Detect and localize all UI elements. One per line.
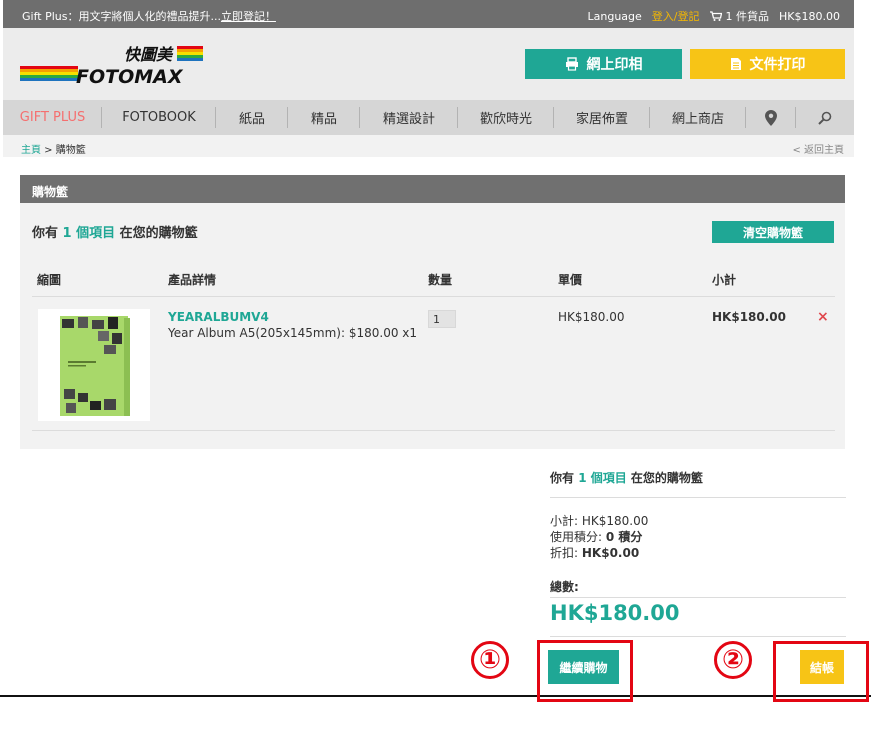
language-link[interactable]: Language — [588, 10, 642, 23]
annotation-box-checkout — [773, 641, 869, 702]
cart-count: 1 個項目 — [62, 226, 116, 241]
item-subtotal: HK$180.00 — [712, 310, 786, 324]
top-bar: Gift Plus：用文字將個人化的禮品提升...立即登記！ Language … — [3, 0, 854, 28]
back-home-link[interactable]: < 返回主頁 — [792, 141, 844, 156]
site: Gift Plus：用文字將個人化的禮品提升...立即登記！ Language … — [3, 0, 854, 697]
cart-total: HK$180.00 — [779, 9, 840, 23]
nav-item-home-deco[interactable]: 家居佈置 — [554, 100, 650, 135]
summary-discount: HK$0.00 — [581, 546, 640, 560]
unit-price: HK$180.00 — [558, 310, 625, 324]
fotomax-logo[interactable]: 快圖美 FOTOMAX — [20, 42, 205, 92]
main-nav: GIFT PLUS FOTOBOOK 紙品 精品 精選設計 歡欣時光 家居佈置 … — [3, 100, 854, 135]
remove-item-icon[interactable]: × — [817, 309, 829, 325]
main-content: 購物籃 你有 1 個項目 在您的購物籃 清空購物籃 縮圖 產品詳情 數量 單價 … — [3, 157, 854, 697]
column-header-subtotal: 小計 — [712, 273, 737, 287]
page: Gift Plus：用文字將個人化的禮品提升...立即登記！ Language … — [0, 0, 871, 729]
promo-prefix: Gift Plus：用文字將個人化的禮品提升... — [22, 10, 221, 23]
summary-divider-2 — [550, 597, 846, 598]
column-header-thumbnail: 縮圖 — [37, 273, 62, 287]
summary-total: HK$180.00 — [550, 601, 680, 625]
cart-icon — [709, 11, 722, 21]
summary-count-line: 你有 1 個項目 在您的購物籃 — [550, 469, 846, 486]
cart-item-count: 1 件貨品 — [725, 10, 770, 23]
nav-item-paper[interactable]: 紙品 — [216, 100, 288, 135]
annotation-number-1: ① — [471, 641, 509, 679]
item-divider — [32, 430, 835, 431]
map-pin-icon — [765, 109, 777, 126]
promo-register-link[interactable]: 立即登記！ — [221, 10, 276, 23]
logo-text-cn: 快圖美 — [124, 45, 174, 64]
search-icon — [818, 111, 832, 125]
nav-item-online-shop[interactable]: 網上商店 — [650, 100, 746, 135]
quantity-input[interactable] — [428, 310, 456, 328]
breadcrumb-home-link[interactable]: 主頁 — [21, 145, 41, 156]
product-name-link[interactable]: YEARALBUMV4 — [168, 310, 269, 324]
summary-details: 小計: HK$180.00 使用積分: 0 積分 折扣: HK$0.00 — [550, 513, 846, 561]
clear-cart-button[interactable]: 清空購物籃 — [712, 221, 834, 243]
summary-subtotal: HK$180.00 — [581, 514, 649, 528]
document-print-label: 文件打印 — [749, 57, 806, 73]
summary-total-label: 總數: — [550, 580, 579, 594]
summary-points: 0 積分 — [605, 530, 643, 544]
summary-divider-1 — [550, 497, 846, 498]
nav-item-search[interactable] — [796, 100, 854, 135]
summary-subtotal-row: 小計: HK$180.00 — [550, 513, 846, 529]
page-bottom-border — [0, 695, 871, 697]
annotation-number-2: ② — [714, 641, 752, 679]
summary-count-suffix: 在您的購物籃 — [630, 471, 703, 485]
nav-item-fotobook[interactable]: FOTOBOOK — [102, 100, 216, 135]
product-description: Year Album A5(205x145mm): $180.00 x1 — [168, 326, 418, 340]
document-icon — [730, 58, 741, 70]
summary-divider-3 — [550, 636, 846, 637]
cart-count-line: 你有 1 個項目 在您的購物籃 — [32, 222, 198, 241]
summary-discount-label: 折扣: — [550, 546, 579, 560]
cart-panel: 購物籃 你有 1 個項目 在您的購物籃 清空購物籃 縮圖 產品詳情 數量 單價 … — [20, 175, 845, 449]
nav-item-location[interactable] — [746, 100, 796, 135]
mini-cart[interactable]: 1 件貨品 — [709, 8, 770, 24]
logo-text-en: FOTOMAX — [76, 66, 184, 88]
column-header-details: 產品詳情 — [168, 273, 217, 287]
nav-item-gift-plus[interactable]: GIFT PLUS — [3, 100, 102, 135]
cart-count-prefix: 你有 — [32, 226, 59, 241]
online-print-button[interactable]: 網上印相 — [525, 49, 682, 79]
column-header-quantity: 數量 — [428, 273, 453, 287]
breadcrumb-separator: > — [41, 145, 56, 156]
summary-discount-row: 折扣: HK$0.00 — [550, 545, 846, 561]
document-print-button[interactable]: 文件打印 — [690, 49, 845, 79]
column-header-unit-price: 單價 — [558, 273, 583, 287]
header: 快圖美 FOTOMAX 網上印相 文件打印 — [3, 28, 854, 100]
nav-item-featured-design[interactable]: 精選設計 — [360, 100, 458, 135]
printer-icon — [565, 57, 578, 71]
cart-title: 購物籃 — [20, 175, 845, 203]
promo-text: Gift Plus：用文字將個人化的禮品提升...立即登記！ — [22, 8, 276, 24]
summary-points-row: 使用積分: 0 積分 — [550, 529, 846, 545]
online-print-label: 網上印相 — [586, 57, 643, 73]
product-thumbnail[interactable] — [38, 309, 150, 421]
nav-item-happy-times[interactable]: 歡欣時光 — [458, 100, 554, 135]
summary-subtotal-label: 小計: — [550, 514, 579, 528]
year-album-image — [38, 309, 150, 421]
summary-count: 1 個項目 — [578, 471, 627, 485]
annotation-box-continue — [537, 640, 633, 702]
breadcrumb-current: 購物籃 — [55, 145, 86, 156]
top-bar-right: Language 登入/登記 1 件貨品 HK$180.00 — [588, 8, 841, 24]
summary-count-prefix: 你有 — [550, 471, 575, 485]
login-link[interactable]: 登入/登記 — [652, 8, 700, 24]
breadcrumb: 主頁 > 購物籃 — [21, 141, 86, 156]
header-divider — [32, 296, 835, 297]
summary-points-label: 使用積分: — [550, 530, 603, 544]
cart-count-suffix: 在您的購物籃 — [119, 226, 198, 241]
nav-item-gifts[interactable]: 精品 — [288, 100, 360, 135]
